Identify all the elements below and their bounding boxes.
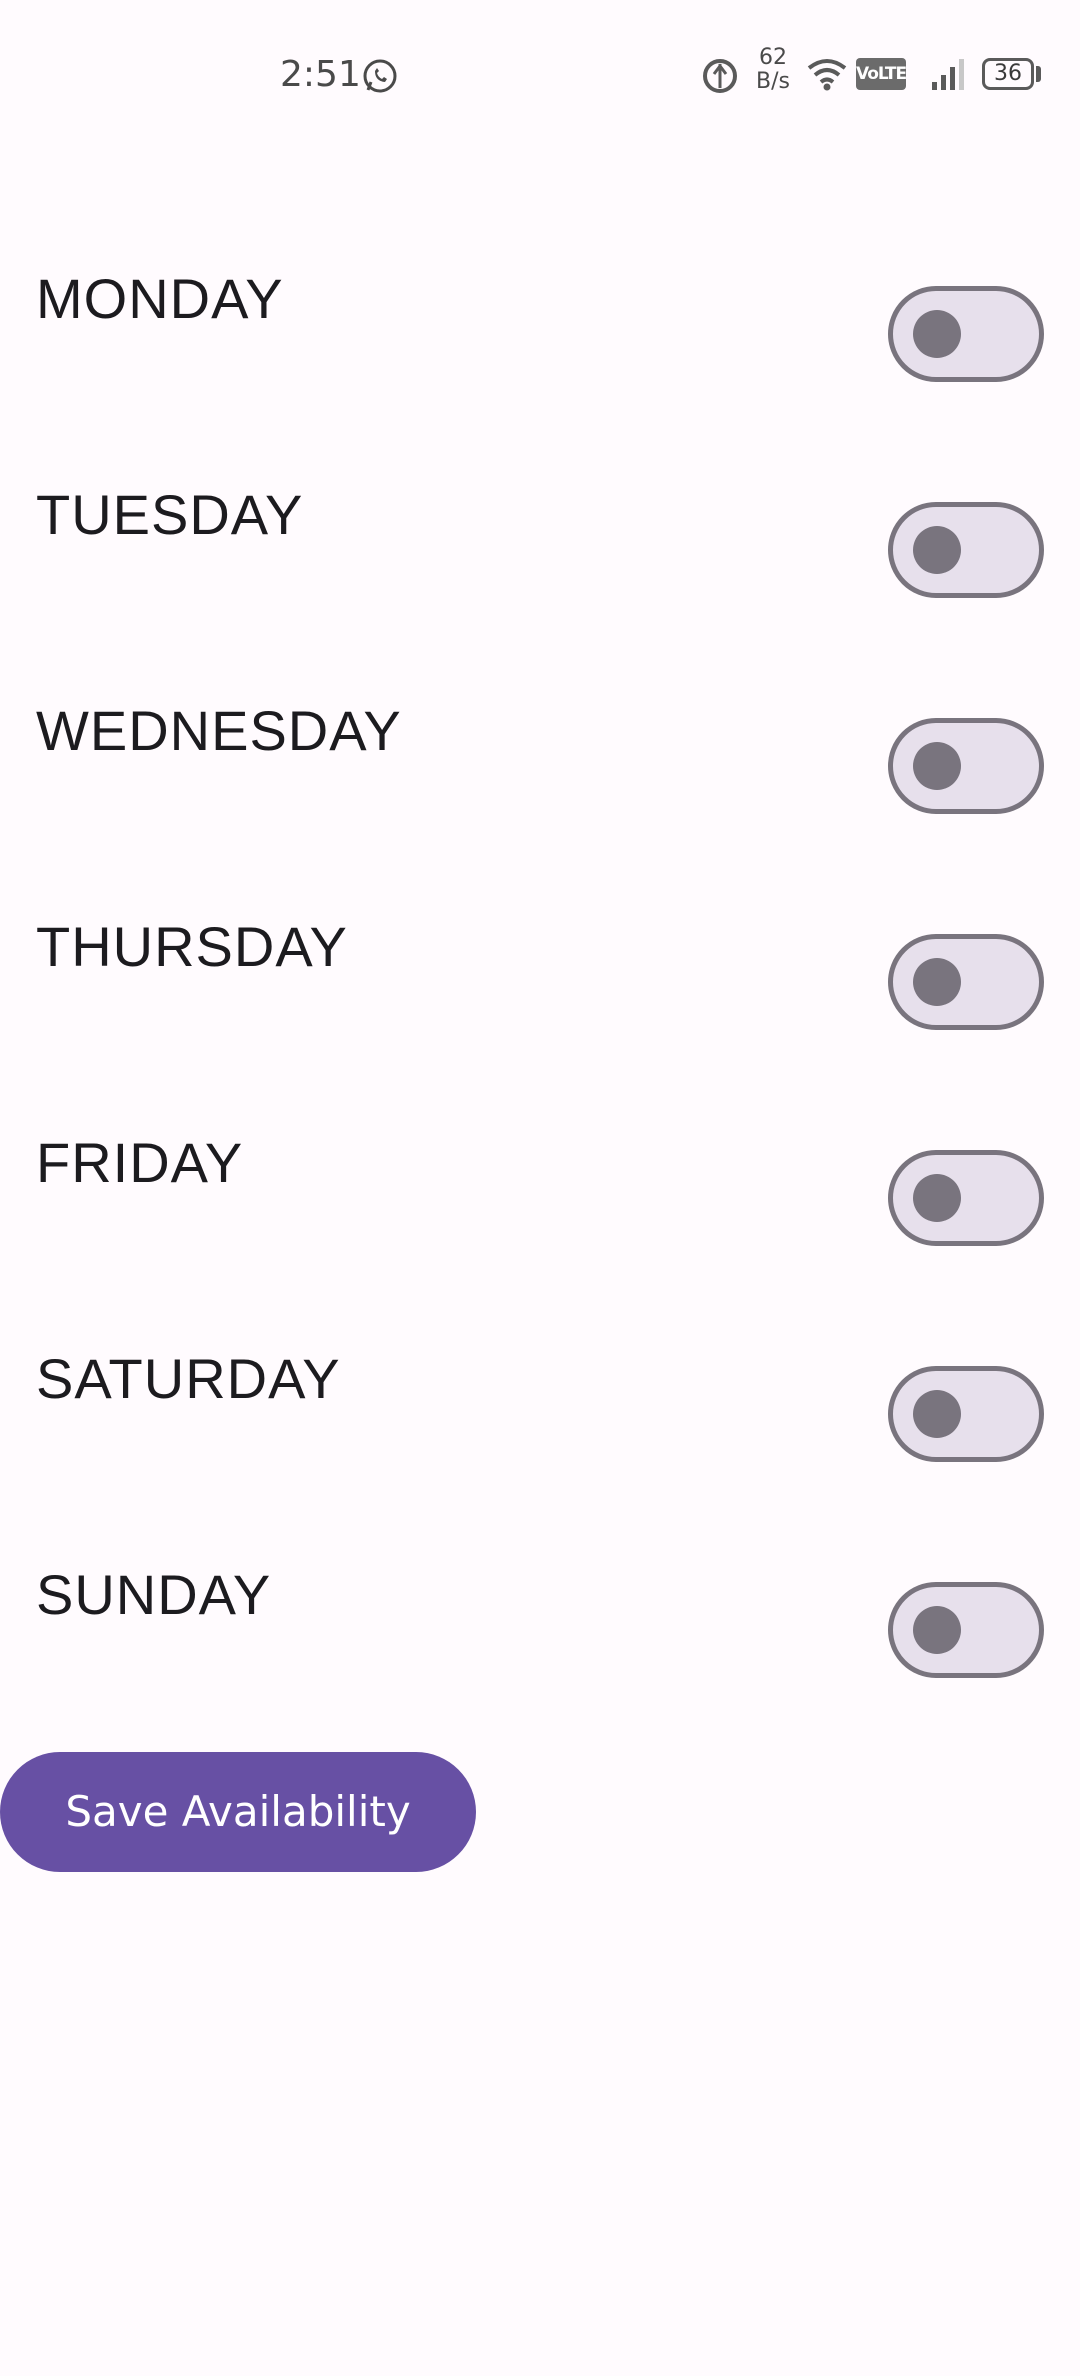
toggle-thumb xyxy=(913,1174,961,1222)
thursday-toggle[interactable] xyxy=(888,934,1044,1030)
battery-icon: 36 xyxy=(982,58,1034,90)
day-label: SUNDAY xyxy=(36,1563,272,1626)
toggle-thumb xyxy=(913,1390,961,1438)
day-row-saturday: SATURDAY xyxy=(0,1320,1080,1536)
day-label: MONDAY xyxy=(36,267,284,330)
toggle-thumb xyxy=(913,958,961,1006)
wifi-icon xyxy=(807,59,847,91)
toggle-thumb xyxy=(913,742,961,790)
battery-tip xyxy=(1036,66,1041,82)
toggle-thumb xyxy=(913,1606,961,1654)
day-row-friday: FRIDAY xyxy=(0,1104,1080,1320)
day-label: TUESDAY xyxy=(36,483,304,546)
whatsapp-icon xyxy=(363,59,397,93)
saturday-toggle[interactable] xyxy=(888,1366,1044,1462)
day-label: WEDNESDAY xyxy=(36,699,402,762)
day-row-monday: MONDAY xyxy=(0,240,1080,456)
day-row-sunday: SUNDAY xyxy=(0,1536,1080,1752)
wednesday-toggle[interactable] xyxy=(888,718,1044,814)
status-time: 2:51 xyxy=(280,54,361,95)
day-row-wednesday: WEDNESDAY xyxy=(0,672,1080,888)
data-saver-icon xyxy=(703,59,737,93)
day-row-tuesday: TUESDAY xyxy=(0,456,1080,672)
day-row-thursday: THURSDAY xyxy=(0,888,1080,1104)
status-bar: 2:51 62 B/s VoLTE 36 xyxy=(0,0,1080,150)
network-speed-unit: B/s xyxy=(756,69,790,94)
tuesday-toggle[interactable] xyxy=(888,502,1044,598)
network-speed: 62 B/s xyxy=(748,46,798,94)
signal-icon xyxy=(932,59,964,90)
day-label: THURSDAY xyxy=(36,915,348,978)
monday-toggle[interactable] xyxy=(888,286,1044,382)
friday-toggle[interactable] xyxy=(888,1150,1044,1246)
day-label: SATURDAY xyxy=(36,1347,341,1410)
network-speed-value: 62 xyxy=(759,45,787,70)
day-label: FRIDAY xyxy=(36,1131,244,1194)
toggle-thumb xyxy=(913,526,961,574)
save-availability-button[interactable]: Save Availability xyxy=(0,1752,476,1872)
sunday-toggle[interactable] xyxy=(888,1582,1044,1678)
day-list: MONDAY TUESDAY WEDNESDAY THURSDAY FRIDAY… xyxy=(0,240,1080,1752)
volte-icon: VoLTE xyxy=(856,58,907,90)
toggle-thumb xyxy=(913,310,961,358)
